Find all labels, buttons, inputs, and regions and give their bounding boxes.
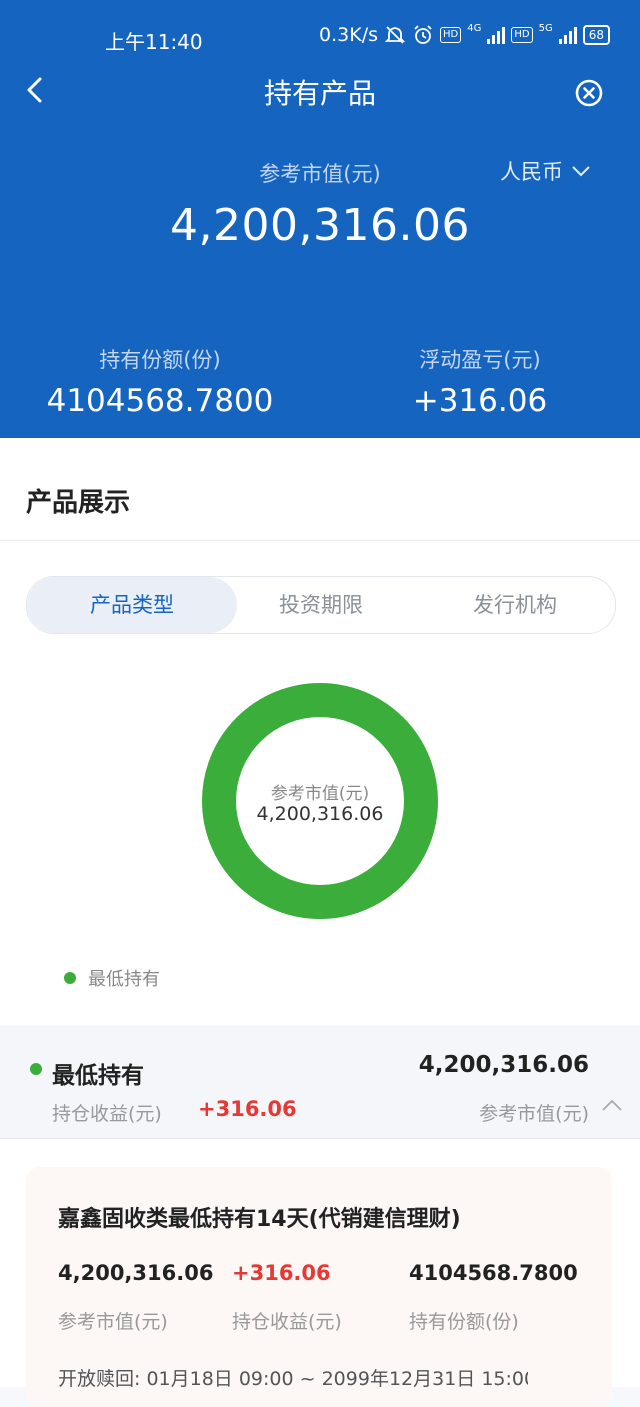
donut-center-value: 4,200,316.06 (256, 803, 384, 825)
tab-issuer[interactable]: 发行机构 (415, 577, 615, 633)
group-summary-row[interactable]: 最低持有 持仓收益(元) +316.06 4,200,316.06 参考市值(元… (0, 1026, 640, 1139)
tab-bar: 产品类型 投资期限 发行机构 (26, 576, 616, 634)
donut-chart: 参考市值(元) 4,200,316.06 (202, 683, 438, 919)
product-income-value: +316.06 (232, 1261, 331, 1285)
page-title: 持有产品 (263, 77, 376, 110)
floating-pl-value: +316.06 (412, 383, 548, 419)
net-speed: 0.3K/s (319, 24, 378, 46)
currency-label: 人民币 (500, 160, 563, 184)
holding-shares-label: 持有份额(份) (99, 348, 221, 372)
status-time: 上午11:40 (105, 30, 203, 54)
group-market-value-label: 参考市值(元) (479, 1103, 589, 1125)
chevron-down-icon (572, 166, 590, 177)
tab-product-type[interactable]: 产品类型 (27, 577, 237, 633)
product-card[interactable]: 嘉鑫固收类最低持有14天(代销建信理财) 4,200,316.06 +316.0… (26, 1167, 612, 1407)
group-name: 最低持有 (52, 1063, 144, 1089)
chevron-up-icon[interactable] (600, 1096, 624, 1114)
group-dot (30, 1063, 42, 1075)
product-income-label: 持仓收益(元) (232, 1311, 342, 1333)
signal-icon (487, 26, 506, 44)
chart-legend: 最低持有 (64, 965, 160, 991)
product-holding-label: 持有份额(份) (409, 1311, 519, 1333)
chart-panel: 产品类型 投资期限 发行机构 参考市值(元) 4,200,316.06 最低持有 (0, 541, 640, 1025)
legend-label: 最低持有 (88, 969, 160, 990)
signal-icon-2 (558, 26, 577, 44)
product-title: 嘉鑫固收类最低持有14天(代销建信理财) (58, 1207, 461, 1232)
floating-pl-label: 浮动盈亏(元) (419, 348, 541, 372)
holding-shares-value: 4104568.7800 (46, 383, 274, 419)
alarm-icon (414, 25, 432, 44)
currency-selector[interactable]: 人民币 (500, 156, 591, 186)
product-market-value-label: 参考市值(元) (58, 1311, 168, 1333)
hd-badge: HD (440, 27, 462, 43)
network-type-2: 5G (538, 23, 553, 34)
battery-icon: 68 (582, 25, 610, 45)
section-header: 产品展示 (0, 438, 640, 541)
group-income-label: 持仓收益(元) (52, 1103, 162, 1125)
product-market-value: 4,200,316.06 (58, 1261, 214, 1285)
legend-dot (64, 972, 76, 984)
market-value: 4,200,316.06 (170, 200, 470, 251)
donut-center-label: 参考市值(元) (270, 784, 370, 804)
header: 上午11:40 0.3K/s HD 4G HD 5G 68 持有产品 参考市值(… (0, 0, 640, 438)
section-title: 产品展示 (26, 488, 131, 518)
nav-bar: 持有产品 (0, 60, 640, 120)
group-market-value: 4,200,316.06 (418, 1052, 589, 1078)
product-list: 嘉鑫固收类最低持有14天(代销建信理财) 4,200,316.06 +316.0… (0, 1139, 640, 1407)
network-type: 4G (467, 23, 482, 34)
tab-investment-term[interactable]: 投资期限 (227, 577, 415, 633)
product-holding-value: 4104568.7800 (409, 1261, 578, 1285)
group-income-value: +316.06 (198, 1097, 297, 1121)
close-circle-icon[interactable] (574, 78, 604, 108)
hd-badge-2: HD (511, 27, 533, 43)
mute-bell-icon (384, 26, 406, 44)
status-icons: 0.3K/s HD 4G HD 5G 68 (319, 24, 610, 46)
